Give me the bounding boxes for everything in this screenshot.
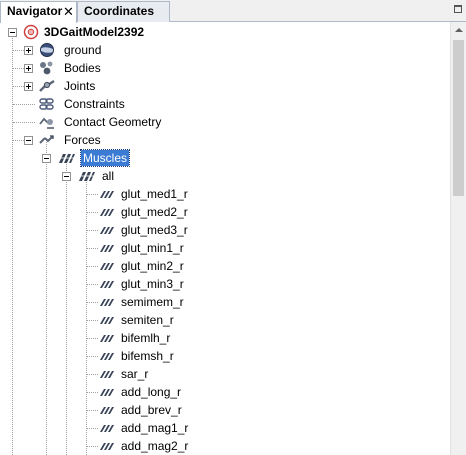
muscle-icon (98, 402, 116, 418)
tree-item-muscle-label: glut_min1_r (121, 241, 184, 255)
muscle-icon (98, 204, 116, 220)
tree-item-muscle[interactable]: add_long_r (0, 383, 450, 401)
tree-item-muscle-label: glut_med1_r (121, 187, 188, 201)
muscle-icon (98, 240, 116, 256)
forces-icon (38, 132, 56, 148)
tree-item-joints-label: Joints (64, 79, 96, 93)
muscle-icon (98, 420, 116, 436)
tree-item-muscle-label: add_long_r (121, 385, 182, 399)
muscle-icon (98, 312, 116, 328)
muscle-group-icon (78, 168, 96, 184)
tree-item-muscle[interactable]: semimem_r (0, 293, 450, 311)
tree-item-muscle[interactable]: glut_min3_r (0, 275, 450, 293)
tree-item-ground[interactable]: ground (0, 41, 450, 59)
tree-item-root-label: 3DGaitModel2392 (44, 25, 145, 39)
tree-item-muscle[interactable]: add_brev_r (0, 401, 450, 419)
tree-item-muscle[interactable]: glut_med3_r (0, 221, 450, 239)
tree-item-muscle-label: glut_min3_r (121, 277, 184, 291)
tree-item-contact-geometry[interactable]: Contact Geometry (0, 113, 450, 131)
muscle-group-icon (58, 150, 76, 166)
tree-item-muscle[interactable]: add_mag1_r (0, 419, 450, 437)
constraints-icon (38, 96, 56, 112)
muscle-icon (98, 258, 116, 274)
tab-coordinates[interactable]: Coordinates (77, 1, 170, 22)
tree-item-muscle[interactable]: bifemsh_r (0, 347, 450, 365)
tree-item-muscle-label: sar_r (121, 367, 149, 381)
tree-item-muscle[interactable]: glut_med1_r (0, 185, 450, 203)
tree-item-muscles-label: Muscles (79, 149, 131, 167)
tree-item-bodies-label: Bodies (64, 61, 101, 75)
muscle-icon (98, 348, 116, 364)
muscle-icon (98, 438, 116, 454)
tree-item-muscle-label: glut_med3_r (121, 223, 188, 237)
tree-item-muscle-label: semiten_r (121, 313, 174, 327)
tab-coordinates-label: Coordinates (84, 4, 155, 18)
ground-icon (38, 42, 56, 58)
tree-item-root[interactable]: 3DGaitModel2392 (0, 23, 450, 41)
joints-icon (38, 78, 56, 94)
tab-navigator-label: Navigator (7, 4, 63, 18)
tree-item-constraints-label: Constraints (64, 97, 125, 111)
tree-item-muscle[interactable]: add_mag2_r (0, 437, 450, 455)
tree-item-muscle-label: glut_min2_r (121, 259, 184, 273)
tree-item-constraints[interactable]: Constraints (0, 95, 450, 113)
tree-item-muscle[interactable]: glut_min2_r (0, 257, 450, 275)
tree-item-muscle[interactable]: sar_r (0, 365, 450, 383)
tab-bar: Navigator ✕ Coordinates (0, 0, 466, 23)
tree-item-muscle[interactable]: glut_min1_r (0, 239, 450, 257)
vertical-scrollbar[interactable] (450, 22, 466, 455)
tree-item-muscle-label: semimem_r (121, 295, 184, 309)
scroll-up-arrow-icon[interactable] (455, 28, 463, 32)
tree-item-muscle-label: add_brev_r (121, 403, 182, 417)
tree-item-forces[interactable]: Forces (0, 131, 450, 149)
tree-item-muscle-label: bifemlh_r (121, 331, 171, 345)
tree-item-forces-label: Forces (64, 133, 101, 147)
scrollbar-thumb[interactable] (453, 40, 464, 196)
muscle-icon (98, 366, 116, 382)
tree-item-muscle-label: glut_med2_r (121, 205, 188, 219)
tree-item-muscle[interactable]: semiten_r (0, 311, 450, 329)
tree-item-muscle[interactable]: glut_med2_r (0, 203, 450, 221)
tree-item-ground-label: ground (64, 43, 102, 57)
bodies-icon (38, 60, 56, 76)
muscle-icon (98, 222, 116, 238)
tree-item-muscles[interactable]: Muscles (0, 149, 450, 167)
navigator-tree[interactable]: 3DGaitModel2392 ground Bodies Joints Constra… (0, 22, 450, 455)
tree-item-muscle-label: bifemsh_r (121, 349, 174, 363)
tree-item-all-label: all (102, 169, 115, 183)
muscle-icon (98, 276, 116, 292)
muscle-icon (98, 384, 116, 400)
contact-geometry-icon (38, 114, 56, 130)
tree-item-contact-geometry-label: Contact Geometry (64, 115, 162, 129)
tab-navigator[interactable]: Navigator ✕ (0, 1, 77, 23)
tree-item-muscle-label: add_mag1_r (121, 421, 189, 435)
model-icon (22, 24, 40, 40)
tree-item-all[interactable]: all (0, 167, 450, 185)
maximize-icon[interactable] (454, 5, 462, 13)
tree-item-joints[interactable]: Joints (0, 77, 450, 95)
close-icon[interactable]: ✕ (63, 2, 74, 21)
muscle-icon (98, 330, 116, 346)
muscle-icon (98, 186, 116, 202)
muscle-icon (98, 294, 116, 310)
tree-item-muscle-label: add_mag2_r (121, 439, 189, 453)
tree-item-muscle[interactable]: bifemlh_r (0, 329, 450, 347)
tree-item-bodies[interactable]: Bodies (0, 59, 450, 77)
